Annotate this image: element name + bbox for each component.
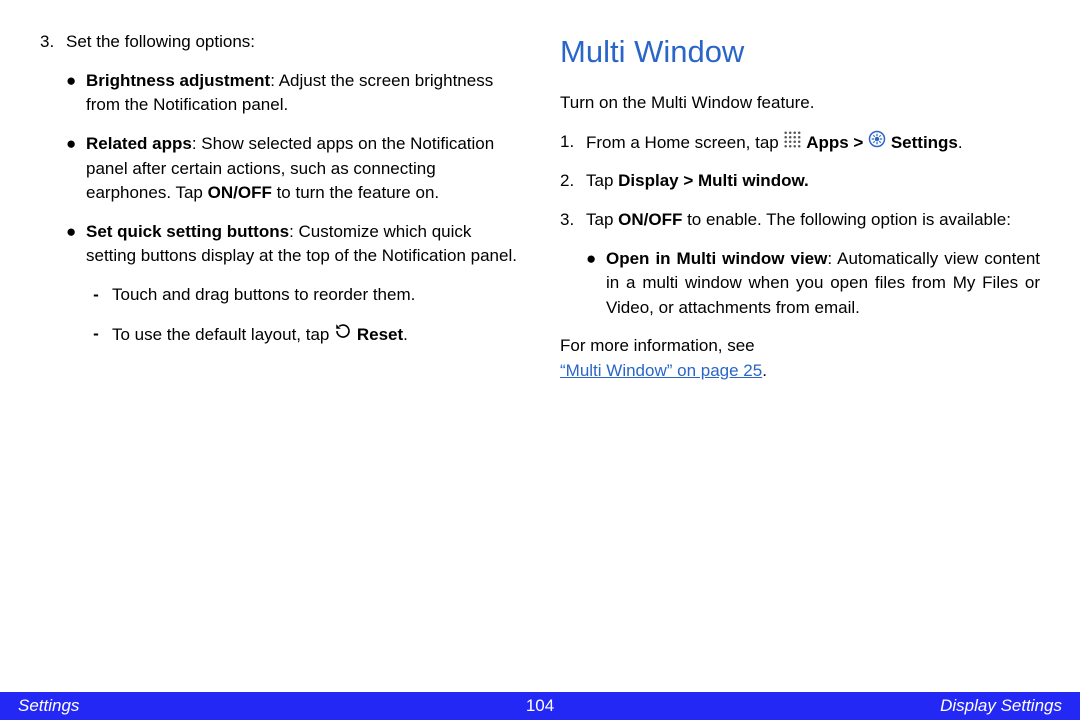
dash-reset: - To use the default layout, tap Reset.	[92, 322, 520, 348]
section-heading: Multi Window	[560, 30, 1040, 75]
left-column: 3. Set the following options: ● Brightne…	[30, 30, 520, 670]
bullet-text: Open in Multi window view: Automatically…	[606, 247, 1040, 321]
bullet-related-apps: ● Related apps: Show selected apps on th…	[66, 132, 520, 206]
step-number: 1.	[560, 130, 586, 156]
dash-marker: -	[92, 283, 112, 308]
step-number: 3.	[560, 208, 586, 233]
step-number: 3.	[40, 30, 66, 55]
dash-reorder: - Touch and drag buttons to reorder them…	[92, 283, 520, 308]
right-column: Multi Window Turn on the Multi Window fe…	[560, 30, 1050, 670]
s3-pre: Tap	[586, 210, 618, 229]
dash-marker: -	[92, 322, 112, 348]
bullet-text: Related apps: Show selected apps on the …	[86, 132, 520, 206]
sb-lead: Open in Multi window view	[606, 249, 827, 268]
reset-pre: To use the default layout, tap	[112, 325, 334, 344]
bullet-marker: ●	[586, 247, 606, 321]
step-text: From a Home screen, tap Apps > Settings.	[586, 130, 1040, 156]
onoff-label: ON/OFF	[208, 183, 272, 202]
step-text: Set the following options:	[66, 30, 520, 55]
s1-pre: From a Home screen, tap	[586, 133, 783, 152]
more-post: .	[762, 361, 767, 380]
rstep-1: 1. From a Home screen, tap Apps > Settin…	[560, 130, 1040, 156]
apps-label: Apps >	[806, 133, 863, 152]
intro-text: Turn on the Multi Window feature.	[560, 91, 1040, 116]
page-content: 3. Set the following options: ● Brightne…	[0, 0, 1080, 670]
rstep-3: 3. Tap ON/OFF to enable. The following o…	[560, 208, 1040, 233]
apps-grid-icon	[783, 130, 801, 148]
bullet-lead: Set quick setting buttons	[86, 222, 289, 241]
bullet-lead: Related apps	[86, 134, 192, 153]
bullet-marker: ●	[66, 132, 86, 206]
step-3: 3. Set the following options:	[40, 30, 520, 55]
dash-text: To use the default layout, tap Reset.	[112, 322, 520, 348]
onoff-label: ON/OFF	[618, 210, 682, 229]
cross-ref-link[interactable]: “Multi Window” on page 25	[560, 361, 762, 380]
step-number: 2.	[560, 169, 586, 194]
page-footer: Settings 104 Display Settings	[0, 692, 1080, 720]
more-info: For more information, see “Multi Window”…	[560, 334, 1040, 383]
settings-gear-icon	[868, 130, 886, 148]
bullet-open-multi-window: ● Open in Multi window view: Automatical…	[586, 247, 1040, 321]
more-pre: For more information, see	[560, 336, 755, 355]
bullet-marker: ●	[66, 69, 86, 118]
bullet-lead: Brightness adjustment	[86, 71, 270, 90]
rstep-2: 2. Tap Display > Multi window.	[560, 169, 1040, 194]
reset-label: Reset	[357, 325, 403, 344]
s1-dot: .	[958, 133, 963, 152]
bullet-marker: ●	[66, 220, 86, 269]
settings-label: Settings	[891, 133, 958, 152]
manual-page: 3. Set the following options: ● Brightne…	[0, 0, 1080, 720]
page-number: 104	[526, 696, 554, 716]
bullet-text: Brightness adjustment: Adjust the screen…	[86, 69, 520, 118]
dash-text: Touch and drag buttons to reorder them.	[112, 283, 520, 308]
reset-post: .	[403, 325, 408, 344]
step-text: Tap Display > Multi window.	[586, 169, 1040, 194]
bullet-quick-settings: ● Set quick setting buttons: Customize w…	[66, 220, 520, 269]
footer-right: Display Settings	[940, 696, 1062, 716]
bullet-text: Set quick setting buttons: Customize whi…	[86, 220, 520, 269]
s2-path: Display > Multi window.	[618, 171, 809, 190]
s3-post: to enable. The following option is avail…	[682, 210, 1011, 229]
reset-icon	[334, 322, 352, 340]
step-text: Tap ON/OFF to enable. The following opti…	[586, 208, 1040, 233]
bullet-brightness: ● Brightness adjustment: Adjust the scre…	[66, 69, 520, 118]
s2-pre: Tap	[586, 171, 618, 190]
footer-left: Settings	[18, 696, 79, 716]
bullet-rest-b: to turn the feature on.	[272, 183, 439, 202]
